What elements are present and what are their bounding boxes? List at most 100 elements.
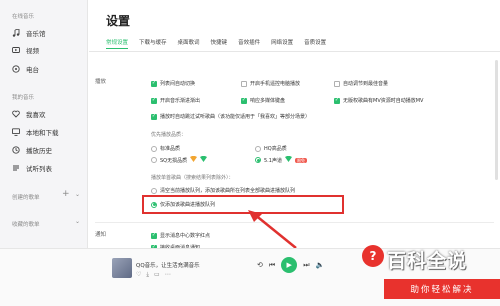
chevron-down-icon[interactable]: ⌄ [75,217,80,226]
sidebar-item-label: 试听列表 [26,165,52,173]
radio-unselected-icon [151,145,157,152]
section-title-online: 在线音乐 [12,14,35,20]
radio-label: HQ高品质 [264,146,287,152]
tab-download-cache[interactable]: 下载与缓存 [139,38,167,49]
history-icon [12,146,20,154]
sidebar-item-label: 我喜欢 [26,111,46,119]
sidebar-item-label: 电台 [26,66,39,74]
sidebar-item-history[interactable]: 播放历史 [12,144,52,156]
heart-icon [12,110,20,118]
music-note-icon [12,29,20,37]
free-badge: 限免 [294,157,307,163]
checkbox-auto-play-mv[interactable]: ✓ 无版权歌曲有MV资源时自动播放MV [334,97,423,104]
sidebar-item-label: 音乐馆 [26,30,46,38]
checkbox-label: 开启手机遥控电脑播放 [250,81,301,87]
comment-icon[interactable]: ▭ [154,271,160,279]
tab-desktop-lyrics[interactable]: 桌面歌词 [178,38,200,49]
radio-5-1-channel[interactable]: 5.1声道 限免 [255,156,307,164]
checkbox-checked-icon: ✓ [151,80,157,87]
sidebar-item-local-download[interactable]: 本地和下载 [12,126,59,138]
settings-tabs: 常规设置 下载与缓存 桌面歌词 快捷键 音效插件 网络设置 音质设置 [106,38,326,49]
radio-label: 标准品质 [160,146,181,152]
checkbox-auto-volume[interactable]: 自动调节到最佳音量 [334,80,388,87]
created-playlists-title: 创建的歌单 [12,195,40,201]
sidebar-item-label: 视频 [26,47,39,55]
scrollbar[interactable] [495,60,498,180]
watermark-subtitle: 助你轻松解决 [384,279,500,299]
tab-general[interactable]: 常规设置 [106,38,129,49]
sidebar-item-trial-list[interactable]: 试听列表 [12,162,52,174]
green-diamond-icon [284,156,292,164]
radio-label: 5.1声道 [264,157,282,164]
checkbox-red-dot[interactable]: ✓ 显示消息中心数字红点 [151,232,210,239]
checkbox-label: 开启音乐渐进渐出 [160,98,201,104]
radio-standard-quality[interactable]: 标准品质 [151,145,180,152]
radio-unselected-icon [151,187,157,194]
volume-icon[interactable]: 🔈 [316,261,325,269]
tab-network[interactable]: 网络设置 [271,38,293,49]
tab-audio-plugins[interactable]: 音效插件 [238,38,260,49]
section-title-mine: 我的音乐 [12,95,35,101]
radio-label: 清空当前播放队列，添加该歌曲所在列表全部歌曲进播放队列 [160,188,296,194]
sidebar: 在线音乐 音乐馆 视频 电台 我的音乐 我喜欢 本地和下载 播放历史 试听列表 … [0,0,88,248]
download-icon[interactable]: ⤓ [146,271,149,279]
add-playlist-icon[interactable]: + [62,190,70,199]
checkbox-label: 显示消息中心数字红点 [160,233,211,239]
watermark-title: 百科全说 [387,250,468,272]
radio-label: SQ无损品质 [160,157,188,164]
sidebar-item-video[interactable]: 视频 [12,44,39,56]
checkbox-fade-in-out[interactable]: ✓ 开启音乐渐进渐出 [151,97,200,104]
checkbox-phone-remote[interactable]: 开启手机遥控电脑播放 [241,80,300,87]
checkbox-checked-icon: ✓ [151,113,157,120]
checkbox-checked-icon: ✓ [334,97,340,104]
radio-hq-quality[interactable]: HQ高品质 [255,145,287,152]
more-icon[interactable]: ⋯ [165,271,171,279]
radio-sq-quality[interactable]: SQ无损品质 [151,156,208,164]
track-actions: ♡ ⤓ ▭ ⋯ [136,271,171,279]
previous-icon[interactable]: ⏮ [269,261,275,270]
checkbox-label: 响应多媒体键盘 [250,98,286,104]
checkbox-skip-trial[interactable]: ✓ 播放时自动跳过试听歌曲（该功能仅适用于「我喜欢」等部分场景） [151,113,310,120]
group-label-playback: 播放 [95,79,107,85]
checkbox-label: 播放时自动跳过试听歌曲（该功能仅适用于「我喜欢」等部分场景） [160,114,311,120]
checkbox-label: 自动调节到最佳音量 [343,81,389,87]
play-button[interactable]: ▶ [281,257,298,273]
next-icon[interactable]: ⏭ [303,261,309,270]
list-icon [12,164,20,172]
checkbox-unchecked-icon [241,80,247,87]
heart-icon[interactable]: ♡ [136,271,141,279]
checkbox-checked-icon: ✓ [151,97,157,104]
video-icon [12,46,20,54]
checkbox-auto-switch-list[interactable]: ✓ 列表间自动切换 [151,80,195,87]
checkbox-checked-icon: ✓ [241,97,247,104]
radio-unselected-icon [255,145,261,152]
checkbox-unchecked-icon [334,80,340,87]
queue-label: 播放单首歌曲（搜索结果列表除外）： [151,175,234,181]
green-diamond-icon [200,156,208,164]
tab-audio-quality[interactable]: 音质设置 [304,38,326,49]
tab-shortcuts[interactable]: 快捷键 [211,38,228,49]
album-cover[interactable] [112,258,132,278]
playback-controls: ⟲ ⏮ ▶ ⏭ 🔈 [257,257,324,273]
checkbox-checked-icon: ✓ [151,232,157,239]
radio-selected-icon [255,157,261,163]
sidebar-item-label: 播放历史 [26,147,52,155]
loop-icon[interactable]: ⟲ [257,261,263,269]
checkbox-label: 列表间自动切换 [160,81,196,87]
chevron-down-icon[interactable]: ⌄ [75,190,80,199]
collected-playlists-title: 收藏的歌单 [12,222,40,228]
tabs-divider [89,51,500,52]
sidebar-item-favorites[interactable]: 我喜欢 [12,108,46,120]
sidebar-item-label: 本地和下载 [26,129,59,137]
radio-unselected-icon [151,157,157,163]
sidebar-item-music-hall[interactable]: 音乐馆 [12,27,46,39]
red-arrow-annotation [248,210,297,249]
radio-icon [12,65,20,73]
sidebar-item-radio[interactable]: 电台 [12,63,39,75]
radio-replace-queue[interactable]: 清空当前播放队列，添加该歌曲所在列表全部歌曲进播放队列 [151,187,295,194]
quality-label: 优先播放品质： [151,132,187,138]
checkbox-media-keys[interactable]: ✓ 响应多媒体键盘 [241,97,285,104]
page-title: 设置 [106,14,131,28]
track-title: QQ音乐，让生活充满音乐 [136,263,200,269]
group-label-notify: 通知 [95,232,107,238]
